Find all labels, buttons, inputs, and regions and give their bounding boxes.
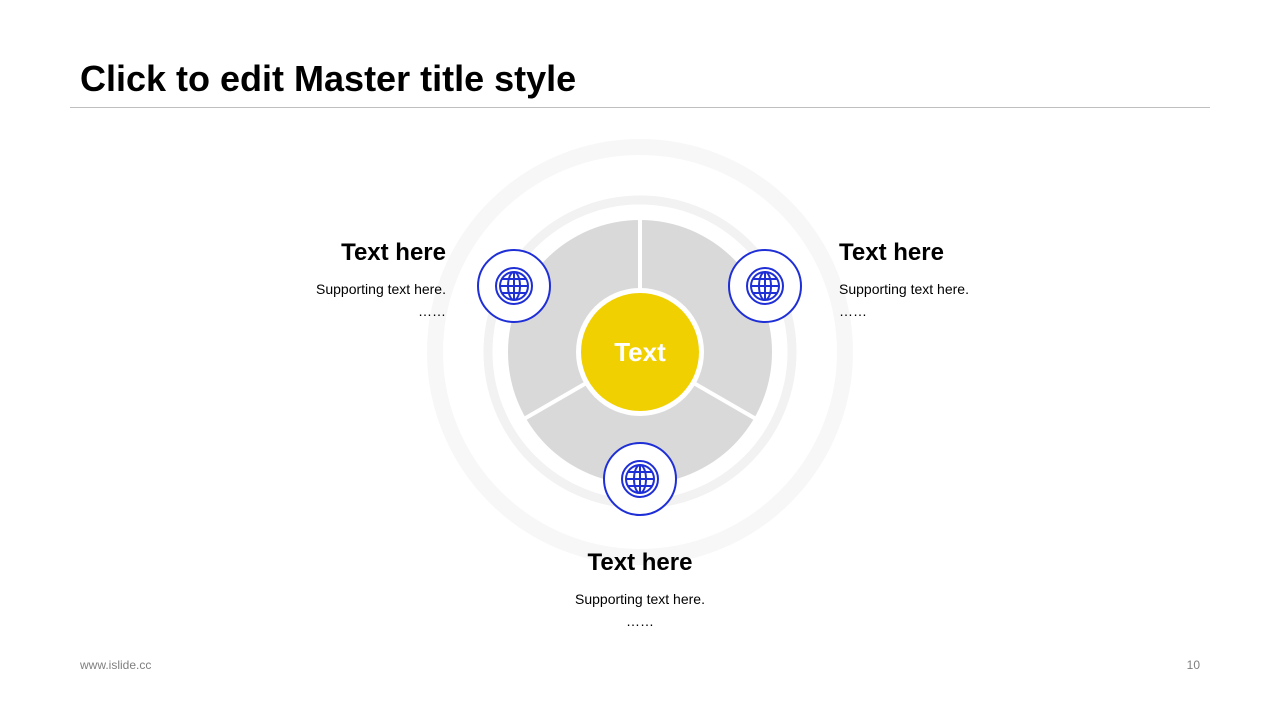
globe-icon bbox=[495, 267, 533, 305]
item-heading-right: Text here bbox=[839, 239, 944, 266]
item-heading-bottom: Text here bbox=[587, 549, 693, 576]
globe-icon bbox=[746, 267, 784, 305]
globe-badge-right bbox=[728, 249, 802, 323]
item-heading-left: Text here bbox=[341, 239, 446, 266]
page-number: 10 bbox=[1186, 658, 1200, 672]
item-ellipsis-right: …… bbox=[839, 303, 867, 319]
footer-url: www.islide.cc bbox=[80, 658, 152, 672]
center-label: Text bbox=[614, 337, 666, 367]
item-body-bottom: Supporting text here. bbox=[575, 591, 705, 607]
item-body-right: Supporting text here. bbox=[839, 281, 969, 297]
item-body-left: Supporting text here. bbox=[316, 281, 446, 297]
globe-badge-bottom bbox=[603, 442, 677, 516]
item-ellipsis-bottom: …… bbox=[626, 613, 654, 629]
item-ellipsis-left: …… bbox=[418, 303, 446, 319]
globe-icon bbox=[621, 460, 659, 498]
globe-badge-left bbox=[477, 249, 551, 323]
